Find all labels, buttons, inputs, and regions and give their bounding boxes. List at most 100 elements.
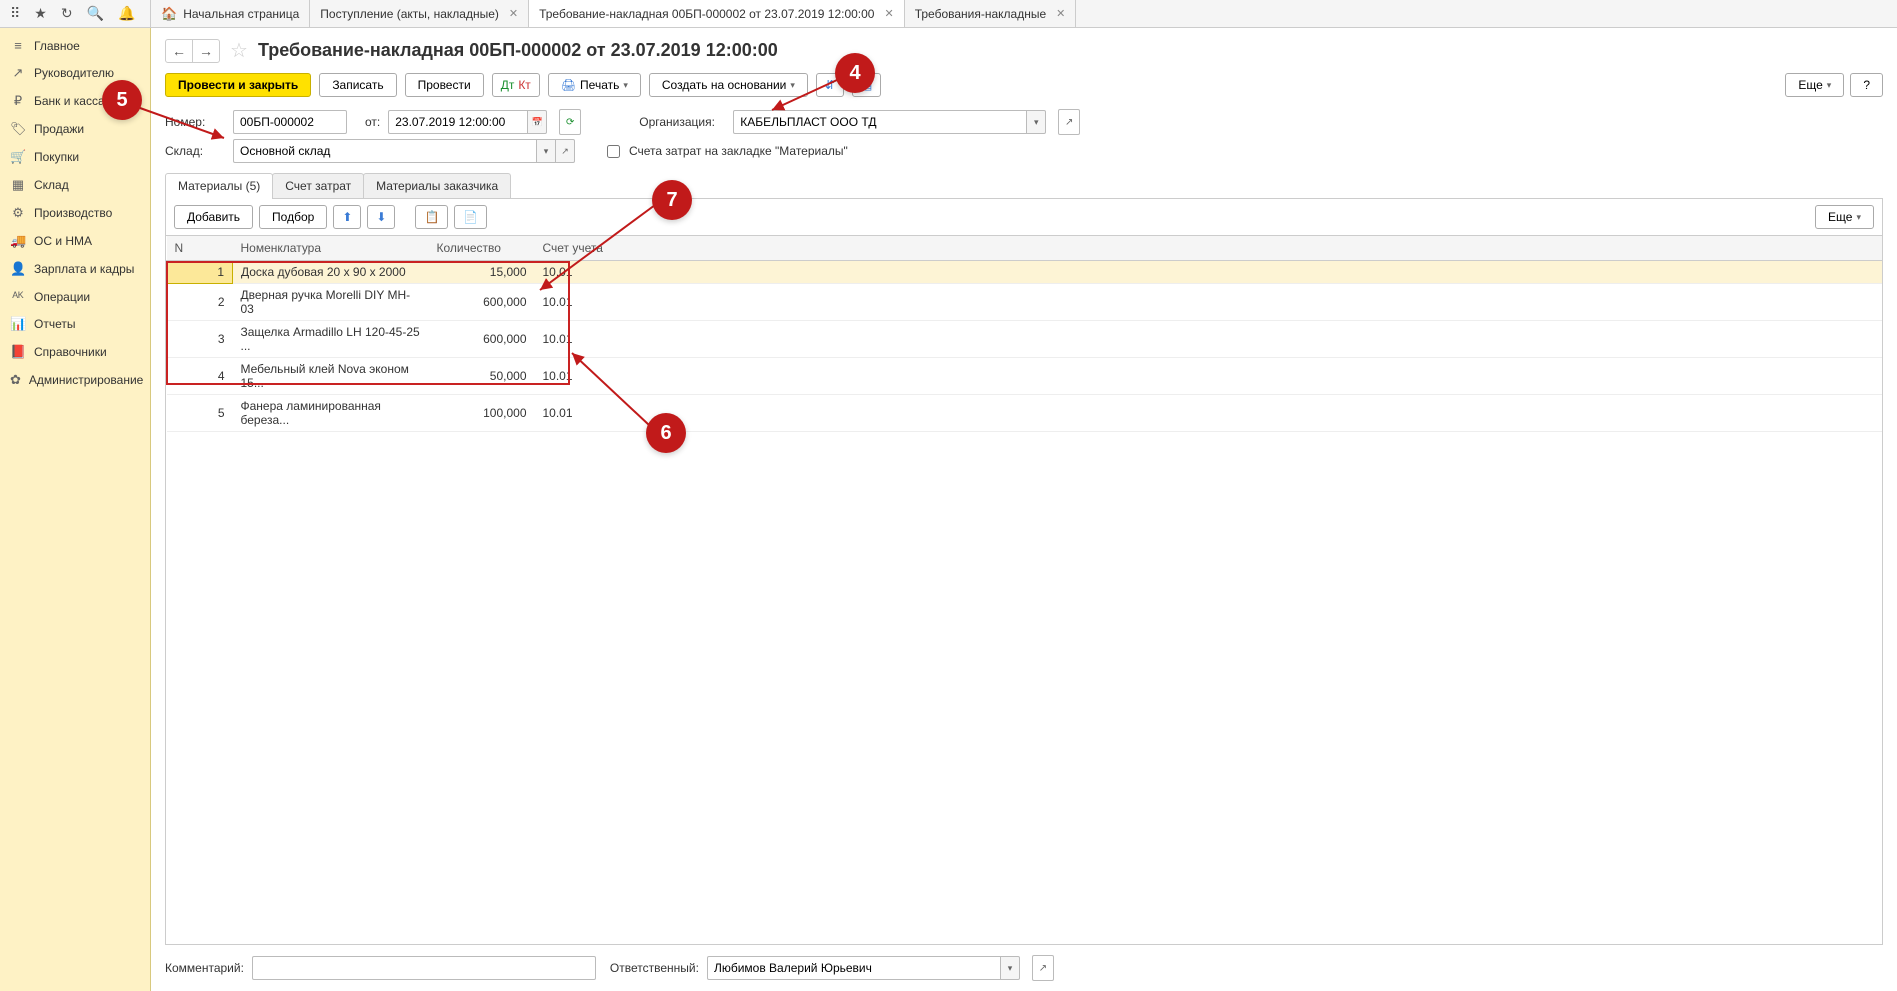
close-icon[interactable]: ✕: [884, 7, 893, 20]
move-up-button[interactable]: ⬆: [333, 205, 361, 229]
table-area[interactable]: N Номенклатура Количество Счет учета 1 Д…: [166, 235, 1882, 944]
dropdown-icon[interactable]: ▾: [1001, 956, 1020, 980]
open-org-button[interactable]: ↗: [1058, 109, 1080, 135]
more-button[interactable]: Еще: [1785, 73, 1844, 97]
col-header-qty[interactable]: Количество: [429, 236, 535, 261]
cell-name[interactable]: Мебельный клей Nova эконом 15...: [233, 358, 429, 395]
save-button[interactable]: Записать: [319, 73, 396, 97]
cost-accounts-checkbox[interactable]: [607, 145, 620, 158]
search-icon[interactable]: 🔍: [87, 5, 104, 22]
sidebar-item-label: Покупки: [34, 150, 79, 164]
table-row[interactable]: 5 Фанера ламинированная береза... 100,00…: [167, 395, 1883, 432]
cell-n[interactable]: 1: [167, 261, 233, 284]
sidebar-item-label: Операции: [34, 290, 90, 304]
close-icon[interactable]: ✕: [1056, 7, 1065, 20]
table-row[interactable]: 1 Доска дубовая 20 x 90 x 2000 15,000 10…: [167, 261, 1883, 284]
home-icon: 🏠: [161, 6, 177, 22]
refresh-button[interactable]: ⟳: [559, 109, 581, 135]
open-warehouse-button[interactable]: ↗: [556, 139, 575, 163]
history-icon[interactable]: ↻: [61, 5, 73, 22]
nav-back-button[interactable]: ←: [166, 40, 193, 62]
tab-requisitions-list[interactable]: Требования-накладные ✕: [905, 0, 1077, 27]
tab-label: Поступление (акты, накладные): [320, 7, 499, 21]
favorite-icon[interactable]: ☆: [230, 38, 248, 63]
sidebar-item-label: Справочники: [34, 345, 107, 359]
cell-qty[interactable]: 600,000: [429, 284, 535, 321]
cell-qty[interactable]: 15,000: [429, 261, 535, 284]
close-icon[interactable]: ✕: [509, 7, 518, 20]
comment-input[interactable]: [252, 956, 596, 980]
cell-name[interactable]: Защелка Armadillo LH 120-45-25 ...: [233, 321, 429, 358]
cell-acct[interactable]: 10.01: [535, 321, 621, 358]
col-header-n[interactable]: N: [167, 236, 233, 261]
cell-name[interactable]: Фанера ламинированная береза...: [233, 395, 429, 432]
tab-home[interactable]: 🏠 Начальная страница: [151, 0, 310, 27]
tab-label: Требования-накладные: [915, 7, 1046, 21]
apps-icon[interactable]: ⠿: [10, 5, 20, 22]
sidebar-item-label: Продажи: [34, 122, 84, 136]
number-input[interactable]: [233, 110, 347, 134]
sidebar-item-reports[interactable]: 📊Отчеты: [0, 310, 150, 338]
org-input[interactable]: [733, 110, 1027, 134]
table-more-button[interactable]: Еще: [1815, 205, 1874, 229]
cell-n[interactable]: 4: [167, 358, 233, 395]
post-button[interactable]: Провести: [405, 73, 484, 97]
cell-qty[interactable]: 100,000: [429, 395, 535, 432]
warehouse-input[interactable]: [233, 139, 537, 163]
paste-button[interactable]: 📄: [454, 205, 487, 229]
dropdown-icon[interactable]: ▾: [537, 139, 556, 163]
cell-acct[interactable]: 10.01: [535, 395, 621, 432]
callout-7: 7: [652, 180, 692, 220]
tab-cost-account[interactable]: Счет затрат: [272, 173, 364, 198]
cell-name[interactable]: Доска дубовая 20 x 90 x 2000: [233, 261, 429, 284]
cell-qty[interactable]: 600,000: [429, 321, 535, 358]
chart-icon: 📊: [10, 316, 26, 332]
cell-name[interactable]: Дверная ручка Morelli DIY MH-03: [233, 284, 429, 321]
cell-qty[interactable]: 50,000: [429, 358, 535, 395]
post-and-close-button[interactable]: Провести и закрыть: [165, 73, 311, 97]
tab-requisition-doc[interactable]: Требование-накладная 00БП-000002 от 23.0…: [529, 0, 905, 27]
copy-button[interactable]: 📋: [415, 205, 448, 229]
sidebar-item-assets[interactable]: 🚚ОС и НМА: [0, 227, 150, 255]
bell-icon[interactable]: 🔔: [118, 5, 135, 22]
sidebar-item-admin[interactable]: ✿Администрирование: [0, 366, 150, 394]
move-down-button[interactable]: ⬇: [367, 205, 395, 229]
star-icon[interactable]: ★: [34, 5, 47, 22]
create-based-on-button[interactable]: Создать на основании: [649, 73, 808, 97]
dropdown-icon[interactable]: ▾: [1027, 110, 1046, 134]
nav-forward-button[interactable]: →: [193, 40, 219, 62]
sidebar-item-production[interactable]: ⚙Производство: [0, 199, 150, 227]
trend-icon: ↗: [10, 65, 26, 81]
sidebar-item-warehouse[interactable]: ▦Склад: [0, 171, 150, 199]
table-row[interactable]: 3 Защелка Armadillo LH 120-45-25 ... 600…: [167, 321, 1883, 358]
sidebar-item-references[interactable]: 📕Справочники: [0, 338, 150, 366]
cell-n[interactable]: 5: [167, 395, 233, 432]
sidebar-item-operations[interactable]: ᴬᴷОперации: [0, 283, 150, 310]
cell-acct[interactable]: 10.01: [535, 358, 621, 395]
pick-button[interactable]: Подбор: [259, 205, 327, 229]
col-header-name[interactable]: Номенклатура: [233, 236, 429, 261]
help-button[interactable]: ?: [1850, 73, 1883, 97]
responsible-input[interactable]: [707, 956, 1001, 980]
table-row[interactable]: 2 Дверная ручка Morelli DIY MH-03 600,00…: [167, 284, 1883, 321]
sidebar-item-purchases[interactable]: 🛒Покупки: [0, 143, 150, 171]
dtk-button[interactable]: ДтКт: [492, 73, 540, 97]
cell-acct[interactable]: 10.01: [535, 261, 621, 284]
calendar-icon[interactable]: 📅: [528, 110, 547, 134]
print-button[interactable]: 🖨 Печать: [548, 73, 641, 97]
tab-customer-materials[interactable]: Материалы заказчика: [363, 173, 511, 198]
sidebar-item-main[interactable]: ≡Главное: [0, 32, 150, 59]
cell-n[interactable]: 3: [167, 321, 233, 358]
cell-n[interactable]: 2: [167, 284, 233, 321]
sidebar-item-salary[interactable]: 👤Зарплата и кадры: [0, 255, 150, 283]
col-header-acct[interactable]: Счет учета: [535, 236, 621, 261]
add-row-button[interactable]: Добавить: [174, 205, 253, 229]
number-label: Номер:: [165, 115, 225, 129]
tab-materials[interactable]: Материалы (5): [165, 173, 273, 198]
tab-receipts[interactable]: Поступление (акты, накладные) ✕: [310, 0, 529, 27]
cell-acct[interactable]: 10.01: [535, 284, 621, 321]
menu-icon: ≡: [10, 38, 26, 53]
table-row[interactable]: 4 Мебельный клей Nova эконом 15... 50,00…: [167, 358, 1883, 395]
open-responsible-button[interactable]: ↗: [1032, 955, 1054, 981]
date-input[interactable]: [388, 110, 528, 134]
